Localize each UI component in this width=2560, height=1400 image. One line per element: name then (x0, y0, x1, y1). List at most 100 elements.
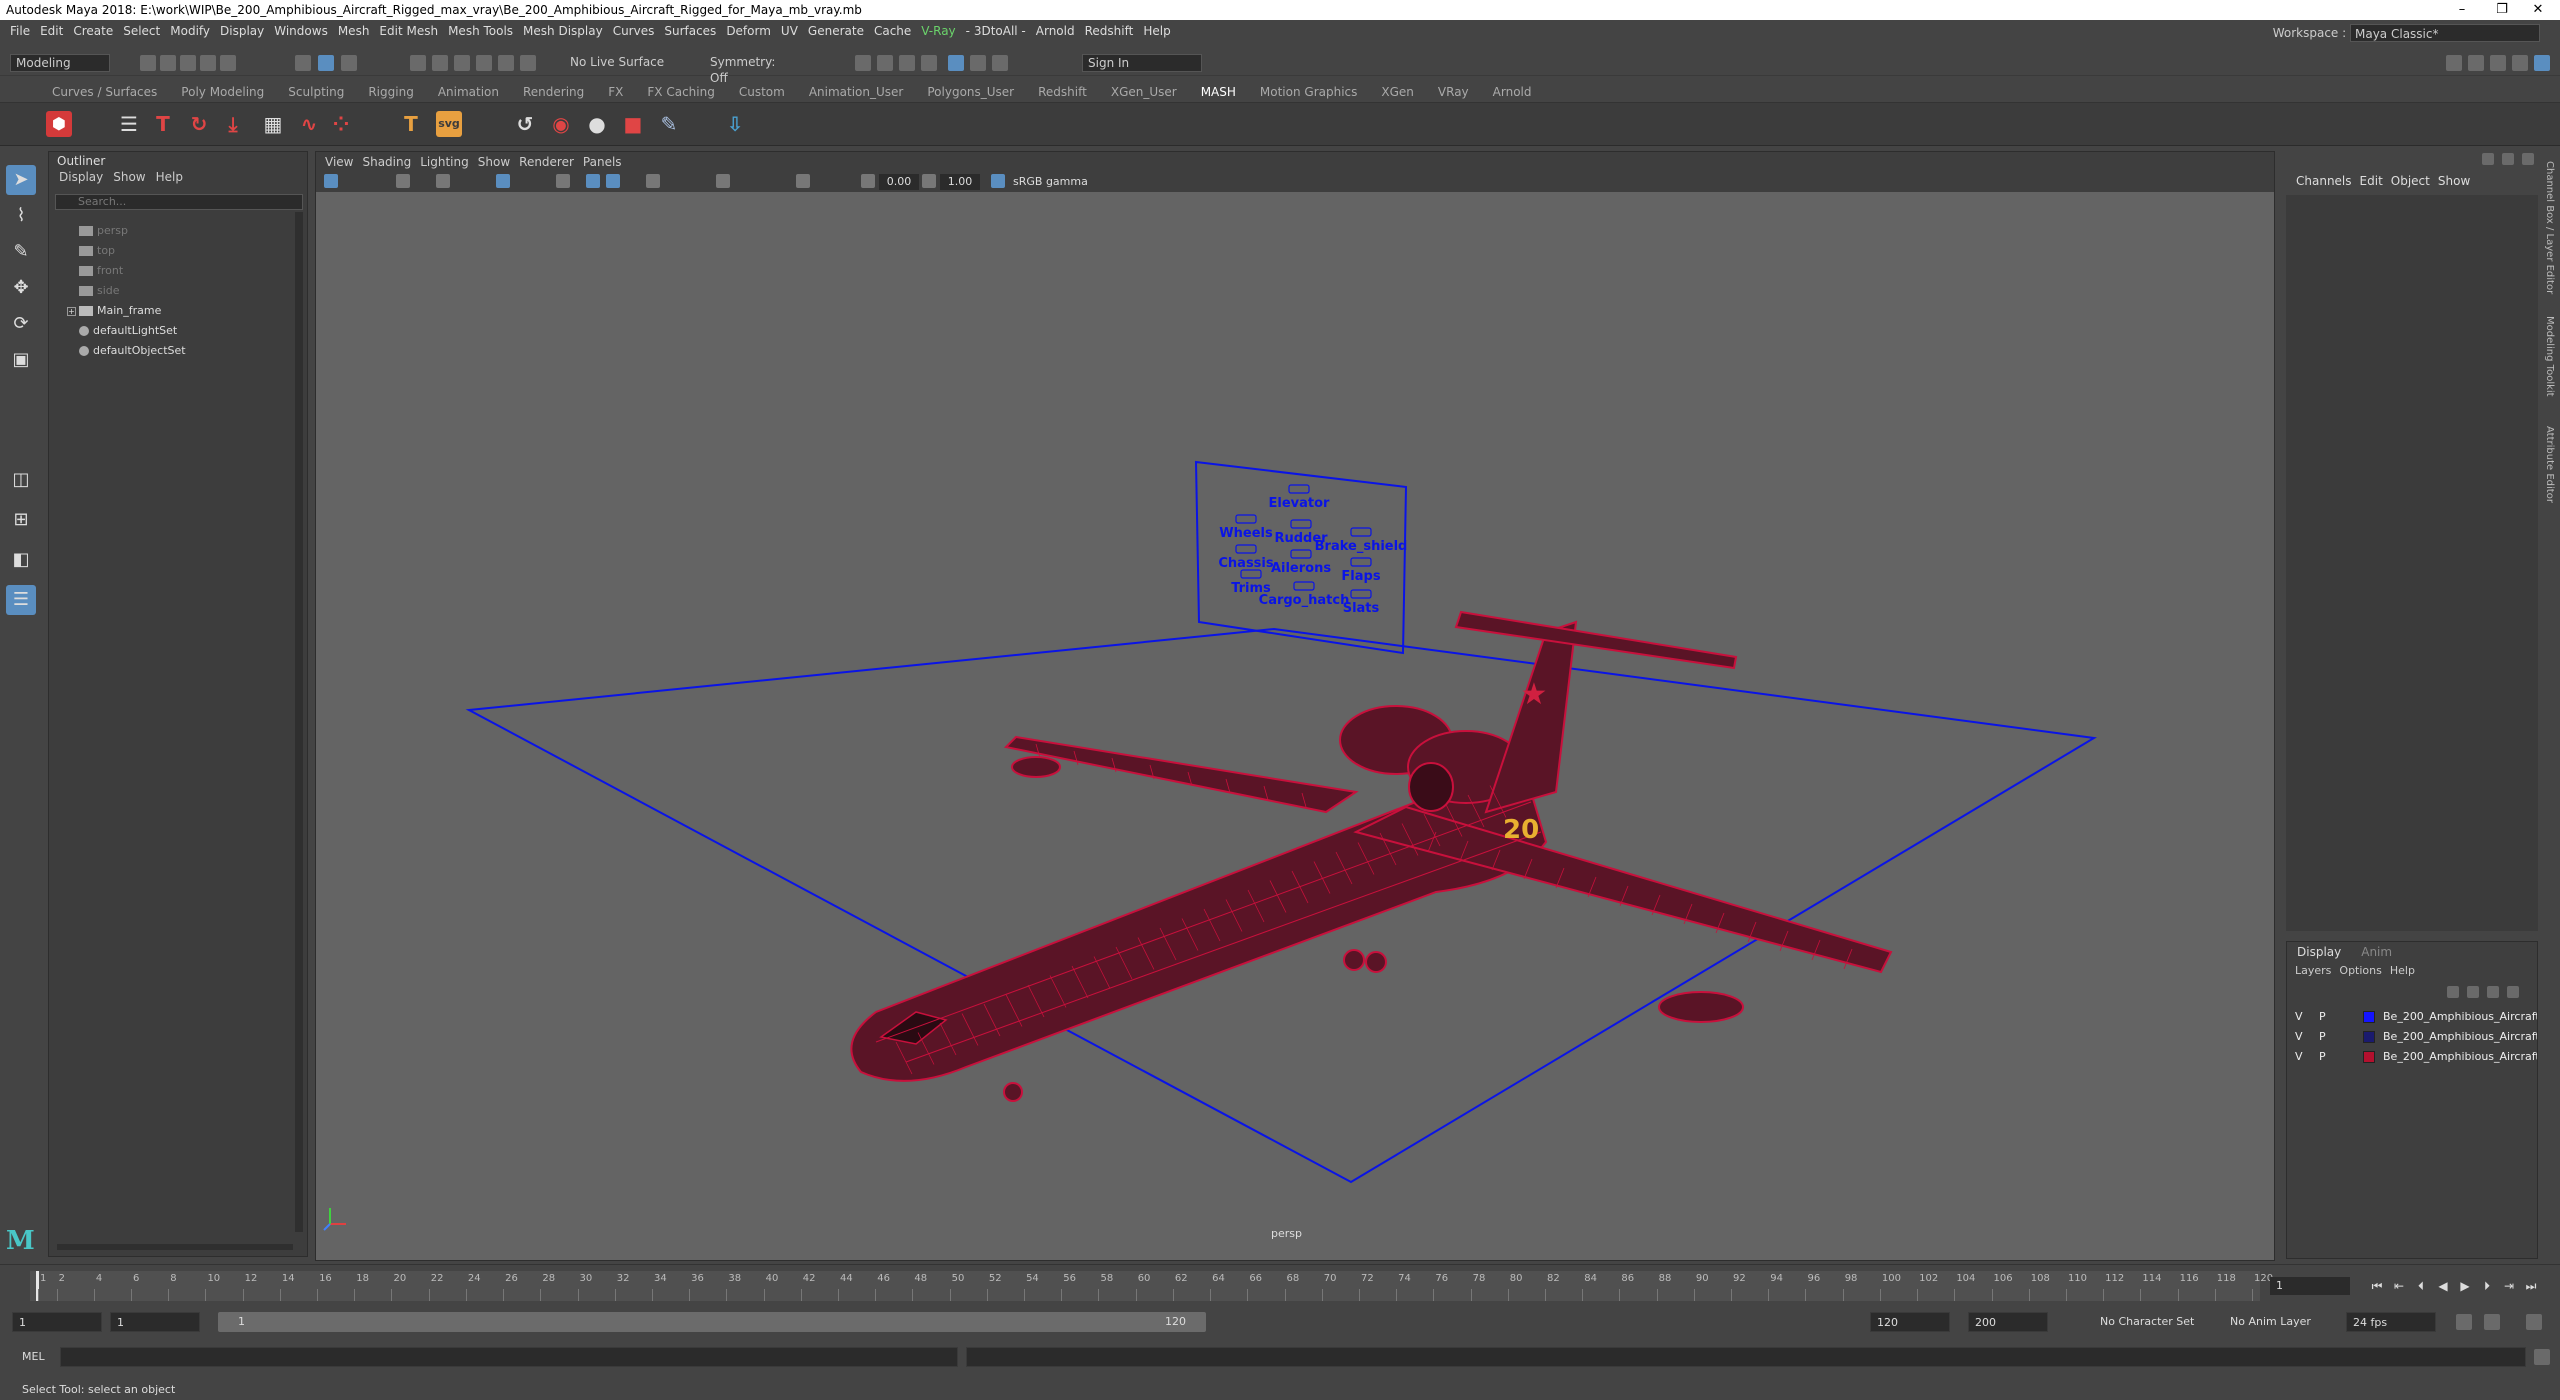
gamma-field[interactable]: 1.00 (940, 174, 980, 190)
viewport-menu-view[interactable]: View (325, 155, 353, 169)
command-input[interactable] (60, 1347, 958, 1367)
smooth-shade-icon[interactable] (586, 174, 600, 188)
outliner-item-side[interactable]: side (79, 282, 120, 300)
textured-icon[interactable] (646, 174, 660, 188)
outliner-item-persp[interactable]: persp (79, 222, 128, 240)
outliner-menu-show[interactable]: Show (113, 170, 145, 184)
fps-dropdown[interactable]: 24 fps (2346, 1312, 2436, 1332)
layer-playback-toggle[interactable]: P (2319, 1028, 2326, 1046)
tab-attribute-editor[interactable]: Attribute Editor (2544, 426, 2555, 503)
channel-box-menu-channels[interactable]: Channels (2296, 174, 2352, 188)
shelf-tab-polygons-user[interactable]: Polygons_User (915, 82, 1026, 102)
outliner-horizontal-scrollbar[interactable] (57, 1244, 293, 1250)
layer-playback-toggle[interactable]: P (2319, 1008, 2326, 1026)
channel-box-pin-icon[interactable] (2482, 153, 2494, 165)
menu-curves[interactable]: Curves (613, 24, 655, 38)
exposure-field[interactable]: 0.00 (879, 174, 919, 190)
menu-redshift[interactable]: Redshift (1085, 24, 1134, 38)
shelf-tab-mash[interactable]: MASH (1189, 82, 1248, 102)
shelf-tab-xgen[interactable]: XGen (1369, 82, 1426, 102)
rig-handle-slats[interactable] (1350, 589, 1372, 599)
gamma-icon[interactable] (922, 174, 936, 188)
layer-color-swatch[interactable] (2363, 1051, 2375, 1063)
layer-tab-anim[interactable]: Anim (2351, 942, 2402, 962)
export-icon[interactable]: ⇩ (722, 111, 748, 137)
lasso-tool-icon[interactable]: ⌇ (6, 201, 36, 231)
shelf-tab-xgen-user[interactable]: XGen_User (1099, 82, 1189, 102)
outliner-menu-display[interactable]: Display (59, 170, 103, 184)
shelf-tab-redshift[interactable]: Redshift (1026, 82, 1099, 102)
select-tool-icon[interactable]: ➤ (6, 165, 36, 195)
layout-icon[interactable] (2446, 55, 2462, 71)
step-forward-frame-icon[interactable]: ⏵ (2480, 1279, 2494, 1293)
menu-deform[interactable]: Deform (726, 24, 771, 38)
shelf-tab-fx-caching[interactable]: FX Caching (635, 82, 726, 102)
rig-handle-cargo-hatch[interactable] (1293, 581, 1315, 591)
snap-point-icon[interactable] (454, 55, 470, 71)
attribute-editor-toggle-icon[interactable] (2490, 55, 2506, 71)
render-sequence-icon[interactable] (877, 55, 893, 71)
menu-surfaces[interactable]: Surfaces (664, 24, 716, 38)
drop-icon[interactable]: ⤓ (220, 111, 246, 137)
tab-modeling-toolkit[interactable]: Modeling Toolkit (2544, 316, 2555, 397)
text-icon[interactable]: T (150, 111, 176, 137)
sign-in-button[interactable]: Sign In (1082, 54, 1202, 72)
menuset-dropdown[interactable]: Modeling (10, 54, 110, 72)
new-scene-icon[interactable] (140, 55, 156, 71)
viewport-menu-renderer[interactable]: Renderer (519, 155, 574, 169)
menu-3dtoall[interactable]: - 3DtoAll - (966, 24, 1026, 38)
shelf-tab-animation[interactable]: Animation (426, 82, 511, 102)
paint-select-tool-icon[interactable]: ✎ (6, 237, 36, 267)
minimize-button[interactable]: – (2444, 0, 2480, 20)
maximize-button[interactable]: ❐ (2484, 0, 2520, 20)
outliner-menu-help[interactable]: Help (156, 170, 183, 184)
menu-modify[interactable]: Modify (170, 24, 210, 38)
menu-windows[interactable]: Windows (274, 24, 328, 38)
rig-handle-rudder[interactable] (1290, 519, 1312, 529)
menu-edit-mesh[interactable]: Edit Mesh (379, 24, 438, 38)
dots-icon[interactable]: ⁘ (328, 111, 354, 137)
layer-visibility-toggle[interactable]: V (2295, 1028, 2303, 1046)
menu-mesh-display[interactable]: Mesh Display (523, 24, 603, 38)
grid-toggle-icon[interactable] (496, 174, 510, 188)
shelf-tab-rigging[interactable]: Rigging (356, 82, 425, 102)
layer-tab-display[interactable]: Display (2287, 942, 2351, 962)
animation-start-field[interactable]: 1 (12, 1312, 102, 1332)
outliner-item-defaultlightset[interactable]: defaultLightSet (79, 322, 177, 340)
bookmark-icon[interactable] (396, 174, 410, 188)
layer-visibility-toggle[interactable]: V (2295, 1008, 2303, 1026)
shelf-tab-fx[interactable]: FX (596, 82, 635, 102)
snap-curve-icon[interactable] (432, 55, 448, 71)
new-empty-layer-icon[interactable] (2487, 986, 2499, 998)
outliner-item-defaultobjectset[interactable]: defaultObjectSet (79, 342, 186, 360)
playback-end-field[interactable]: 120 (1870, 1312, 1950, 1332)
outliner-search-input[interactable]: Search... (55, 194, 303, 210)
outliner-item-front[interactable]: front (79, 262, 123, 280)
scale-tool-icon[interactable]: ▣ (6, 345, 36, 375)
color-management-icon[interactable] (991, 174, 1005, 188)
menu-cache[interactable]: Cache (874, 24, 911, 38)
key-preferences-icon[interactable] (2526, 1314, 2542, 1330)
script-editor-icon[interactable] (2534, 1349, 2550, 1365)
image-plane-icon[interactable] (436, 174, 450, 188)
rotate-tool-icon[interactable]: ⟳ (6, 309, 36, 339)
menu-create[interactable]: Create (73, 24, 113, 38)
menu-edit[interactable]: Edit (40, 24, 63, 38)
svg-icon[interactable]: svg (436, 111, 462, 137)
single-perspective-layout-icon[interactable]: ◫ (6, 465, 36, 495)
menu-help[interactable]: Help (1143, 24, 1170, 38)
menu-v-ray[interactable]: V-Ray (921, 24, 955, 38)
open-scene-icon[interactable] (160, 55, 176, 71)
render-settings-icon[interactable] (921, 55, 937, 71)
channel-box-menu-object[interactable]: Object (2391, 174, 2430, 188)
outliner-item-top[interactable]: top (79, 242, 115, 260)
step-forward-key-icon[interactable]: ⇥ (2502, 1279, 2516, 1293)
menu-select[interactable]: Select (123, 24, 160, 38)
hypershade-icon[interactable] (948, 55, 964, 71)
go-to-start-icon[interactable]: ⏮ (2370, 1279, 2384, 1293)
move-tool-icon[interactable]: ✥ (6, 273, 36, 303)
viewport-menu-shading[interactable]: Shading (362, 155, 411, 169)
redo-icon[interactable] (220, 55, 236, 71)
range-bar[interactable]: 1 120 (218, 1312, 1206, 1332)
ball-icon[interactable]: ● (584, 111, 610, 137)
